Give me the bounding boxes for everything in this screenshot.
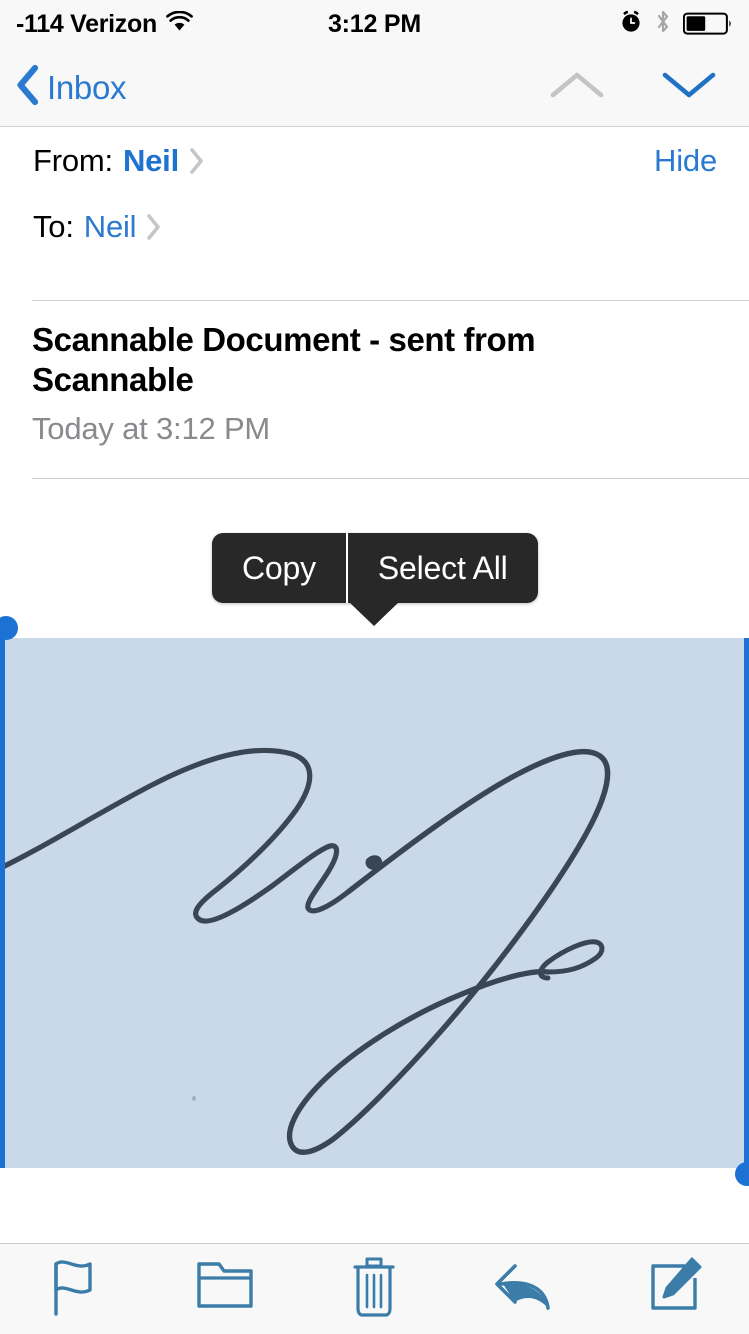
trash-icon: [347, 1253, 401, 1326]
back-to-inbox-button[interactable]: Inbox: [14, 63, 127, 112]
reply-icon: [491, 1258, 557, 1321]
message-date: Today at 3:12 PM: [32, 410, 271, 446]
chevron-down-icon: [661, 72, 717, 106]
next-message-button[interactable]: [651, 62, 727, 113]
mail-message-screen: -114 Verizon 3:12 PM Inbox From: Neil Hi…: [0, 0, 749, 1334]
wifi-icon: [166, 10, 193, 37]
from-sender-link[interactable]: Neil: [123, 143, 179, 179]
alarm-clock-icon: [619, 9, 643, 39]
message-navigation-arrows: [539, 62, 727, 113]
previous-message-button[interactable]: [539, 62, 615, 113]
status-bar-center: 3:12 PM: [328, 10, 421, 39]
from-label: From:: [33, 143, 113, 178]
subject-divider: [32, 478, 749, 479]
flag-button[interactable]: [0, 1244, 150, 1334]
chevron-right-icon: [188, 146, 206, 176]
chevron-right-icon: [145, 212, 163, 242]
selection-handle-end[interactable]: [735, 1162, 749, 1186]
header-divider: [32, 300, 749, 301]
selection-start-bar[interactable]: [0, 628, 5, 1168]
flag-icon: [47, 1254, 103, 1325]
selected-attachment-region[interactable]: [0, 638, 749, 1168]
delete-button[interactable]: [300, 1244, 450, 1334]
move-to-folder-button[interactable]: [150, 1244, 300, 1334]
chevron-left-icon: [14, 63, 41, 112]
to-label: To:: [33, 209, 74, 244]
bluetooth-icon: [655, 9, 671, 40]
edit-menu-pointer: [349, 602, 399, 626]
reply-button[interactable]: [449, 1244, 599, 1334]
clock-label: 3:12 PM: [327, 9, 422, 38]
battery-icon: [683, 12, 733, 36]
compose-button[interactable]: [599, 1244, 749, 1334]
chevron-up-icon: [549, 72, 605, 106]
message-header-fields: From: Neil Hide To: Neil: [0, 128, 749, 260]
compose-icon: [643, 1256, 705, 1323]
to-row: To: Neil: [0, 194, 749, 260]
subject-block: Scannable Document - sent from Scannable…: [0, 320, 749, 447]
hide-details-button[interactable]: Hide: [654, 143, 717, 179]
scan-artifact-speck: [192, 1096, 196, 1101]
from-row: From: Neil Hide: [0, 128, 749, 194]
status-bar-right: [421, 9, 733, 40]
select-all-menu-item[interactable]: Select All: [348, 533, 538, 603]
selection-handle-start[interactable]: [0, 616, 18, 640]
folder-icon: [194, 1258, 256, 1321]
message-toolbar: [0, 1243, 749, 1334]
status-bar-left: -114 Verizon: [16, 9, 328, 38]
status-bar: -114 Verizon 3:12 PM: [0, 0, 749, 48]
copy-menu-item[interactable]: Copy: [212, 533, 346, 603]
text-edit-menu: Copy Select All: [212, 533, 538, 603]
to-recipient-link[interactable]: Neil: [84, 209, 137, 245]
message-subject: Scannable Document - sent from Scannable: [32, 321, 536, 399]
back-button-label: Inbox: [47, 68, 127, 106]
navigation-bar: Inbox: [0, 48, 749, 127]
carrier-label: -114 Verizon: [16, 9, 157, 38]
selection-end-bar[interactable]: [744, 638, 749, 1168]
